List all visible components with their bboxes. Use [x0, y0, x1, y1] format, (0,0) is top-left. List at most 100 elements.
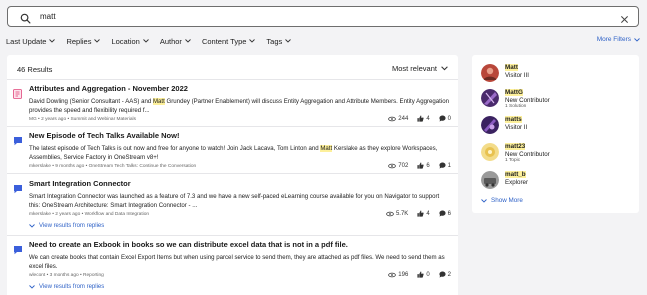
more-filters-button[interactable]: More Filters — [597, 36, 640, 43]
likes-stat[interactable]: 4 — [417, 210, 430, 217]
chevron-down-icon — [94, 39, 101, 43]
replies-stat: 6 — [439, 210, 451, 217]
filter-last-update[interactable]: Last Update — [6, 36, 56, 46]
result-meta: wlecont • 3 months ago • Reporting — [29, 273, 104, 278]
comment-icon — [439, 162, 446, 169]
chat-bubble-icon — [13, 242, 23, 260]
likes-stat[interactable]: 6 — [417, 162, 430, 169]
user-item[interactable]: Matt Visitor III — [481, 64, 631, 86]
close-icon[interactable] — [620, 11, 629, 29]
views-stat: 244 — [388, 116, 408, 122]
user-rank: New Contributor — [505, 97, 550, 104]
result-stats: 196 0 2 — [379, 271, 451, 278]
result-snippet: Smart Integration Connector was launched… — [29, 192, 449, 210]
replies-count: 2 — [447, 271, 451, 278]
filter-label: Author — [159, 36, 182, 46]
eye-icon — [388, 163, 397, 168]
filter-content-type[interactable]: Content Type — [201, 36, 256, 46]
likes-stat[interactable]: 0 — [417, 271, 430, 278]
avatar — [481, 171, 499, 189]
snippet-text: Smart Integration Connector was launched… — [29, 193, 440, 209]
view-replies-link[interactable]: View results from replies — [29, 284, 104, 290]
more-filters-label: More Filters — [596, 36, 631, 43]
result-snippet: David Dowling (Senior Consultant - AAS) … — [29, 97, 449, 115]
username[interactable]: matts — [505, 116, 522, 123]
filter-replies[interactable]: Replies — [66, 36, 101, 46]
filter-label: Location — [111, 36, 140, 46]
divider — [7, 79, 458, 80]
search-result[interactable]: Smart Integration Connector Smart Integr… — [7, 179, 458, 235]
likes-stat[interactable]: 4 — [417, 115, 430, 122]
chevron-down-icon — [634, 37, 640, 42]
user-rank: New Contributor — [505, 151, 550, 158]
eye-icon — [386, 211, 394, 216]
thumbs-up-icon — [417, 210, 424, 217]
user-rank: Visitor II — [505, 124, 528, 131]
views-stat: 702 — [388, 163, 408, 169]
replies-count: 6 — [447, 210, 451, 217]
username[interactable]: Matt — [505, 64, 518, 71]
document-icon — [13, 86, 23, 104]
views-count: 5.7K — [395, 210, 409, 217]
search-result[interactable]: Attributes and Aggregation - November 20… — [7, 84, 458, 126]
search-input[interactable] — [40, 9, 600, 24]
result-stats: 244 4 0 — [379, 115, 451, 122]
result-title[interactable]: Smart Integration Connector — [29, 179, 131, 188]
snippet-text: David Dowling (Senior Consultant - AAS) … — [29, 98, 153, 105]
divider — [7, 126, 458, 127]
snippet-highlight: Matt — [320, 145, 333, 152]
result-stats: 5.7K 4 6 — [377, 210, 451, 217]
replies-stat: 0 — [439, 115, 451, 122]
filter-author[interactable]: Author — [160, 37, 191, 46]
user-stats: 1 Solution — [505, 104, 527, 109]
chevron-down-icon — [441, 66, 448, 71]
view-replies-label: View results from replies — [39, 223, 105, 229]
result-title[interactable]: Need to create an Exbook in books so we … — [29, 240, 348, 249]
snippet-text: The latest episode of Tech Talks is out … — [29, 145, 321, 152]
filter-bar: Last Update Replies Location Author Cont… — [6, 35, 302, 47]
user-item[interactable]: MattG New Contributor 1 Solution — [481, 89, 631, 111]
filter-label: Replies — [66, 36, 92, 46]
likes-count: 0 — [426, 271, 430, 278]
replies-count: 0 — [447, 115, 451, 122]
search-result[interactable]: New Episode of Tech Talks Available Now!… — [7, 131, 458, 173]
user-item[interactable]: matt_b Explorer — [481, 171, 631, 193]
view-replies-link[interactable]: View results from replies — [29, 223, 104, 229]
chevron-down-icon — [285, 39, 292, 43]
filter-label: Content Type — [201, 36, 247, 46]
filter-location[interactable]: Location — [111, 36, 149, 46]
search-result[interactable]: Need to create an Exbook in books so we … — [7, 240, 458, 295]
result-meta: MG • 2 years ago • Summit and Webinar Ma… — [29, 117, 136, 122]
views-stat: 196 — [388, 272, 408, 278]
user-item[interactable]: matt23 New Contributor 1 Topic — [481, 143, 631, 165]
views-count: 196 — [398, 271, 409, 278]
result-title[interactable]: New Episode of Tech Talks Available Now! — [29, 131, 179, 140]
result-snippet: We can create books that contain Excel E… — [29, 253, 449, 271]
result-title[interactable]: Attributes and Aggregation - November 20… — [29, 84, 188, 93]
result-stats: 702 6 1 — [379, 162, 451, 169]
result-meta: mkerslake • 2 years ago • Workflow and D… — [29, 212, 150, 217]
search-bar[interactable] — [7, 6, 639, 27]
sort-label: Most relevant — [391, 64, 437, 73]
user-stats: 1 Topic — [505, 158, 521, 163]
chevron-down-icon — [49, 39, 56, 43]
sort-dropdown[interactable]: Most relevant — [392, 64, 448, 73]
username[interactable]: matt_b — [505, 171, 526, 178]
users-panel: Matt Visitor III MattG New Contributor 1… — [472, 55, 639, 213]
divider — [7, 235, 458, 236]
eye-icon — [388, 116, 397, 121]
divider — [7, 173, 458, 174]
user-rank: Visitor III — [505, 72, 529, 79]
filter-label: Last Update — [6, 36, 47, 46]
chevron-down-icon — [249, 39, 256, 43]
user-item[interactable]: matts Visitor II — [481, 116, 631, 138]
username[interactable]: matt23 — [505, 143, 526, 150]
comment-icon — [439, 115, 446, 122]
results-count: 46 Results — [17, 65, 53, 74]
show-more-button[interactable]: Show More — [481, 197, 523, 204]
filter-tags[interactable]: Tags — [266, 37, 292, 46]
eye-icon — [388, 272, 397, 277]
snippet-text: We can create books that contain Excel E… — [29, 254, 445, 270]
username[interactable]: MattG — [505, 89, 523, 96]
chevron-down-icon — [29, 224, 35, 228]
